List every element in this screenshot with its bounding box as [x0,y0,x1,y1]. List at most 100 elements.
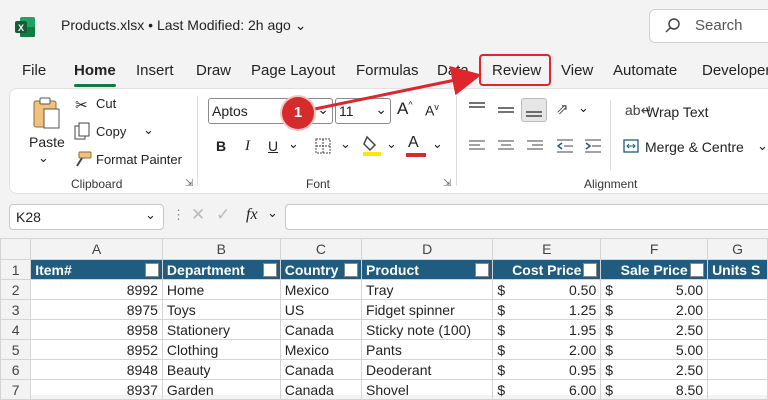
row-header[interactable]: 5 [0,339,32,360]
borders-chevron-icon[interactable]: ⌄ [340,136,351,152]
item-cell[interactable]: 8952 [30,339,163,360]
align-left-icon[interactable] [468,139,486,153]
units-cell[interactable] [707,339,768,360]
fill-chevron-icon[interactable]: ⌄ [386,136,397,152]
tab-file[interactable]: File [22,62,46,79]
top-align-icon[interactable] [468,101,486,115]
item-cell[interactable]: 8948 [30,359,163,380]
cost-price-cell[interactable]: $0.95 [492,359,602,380]
filter-dropdown-icon[interactable] [583,263,598,277]
cancel-icon[interactable]: ✕ [191,205,205,225]
formula-input[interactable] [285,204,768,230]
table-header-cell[interactable]: Sale Price [600,259,709,280]
column-header[interactable]: E [492,238,602,260]
font-name-dropdown[interactable]: Aptos ⌄ [208,98,333,124]
file-title[interactable]: Products.xlsx • Last Modified: 2h ago ⌄ [61,17,306,34]
column-header[interactable]: D [361,238,494,260]
units-cell[interactable] [707,379,768,400]
decrease-indent-icon[interactable] [556,138,574,154]
tab-developer[interactable]: Developer [702,62,768,79]
department-cell[interactable]: Toys [161,299,281,320]
middle-align-icon[interactable] [497,103,515,117]
select-all-corner[interactable] [0,238,32,260]
cost-price-cell[interactable]: $2.00 [492,339,602,360]
department-cell[interactable]: Beauty [161,359,281,380]
font-color-chevron-icon[interactable]: ⌄ [432,136,443,152]
department-cell[interactable]: Home [161,279,281,300]
italic-button[interactable]: I [245,138,250,155]
units-cell[interactable] [707,359,768,380]
item-cell[interactable]: 8992 [30,279,163,300]
tab-automate[interactable]: Automate [613,62,677,79]
underline-button[interactable]: U [268,138,278,154]
font-color-icon[interactable]: A [408,134,419,152]
cut-button[interactable]: Cut [96,96,116,111]
units-cell[interactable] [707,279,768,300]
product-cell[interactable]: Shovel [361,379,494,400]
bold-button[interactable]: B [216,138,226,154]
country-cell[interactable]: Mexico [279,279,363,300]
row-header[interactable]: 7 [0,379,32,400]
cost-price-cell[interactable]: $1.95 [492,319,602,340]
country-cell[interactable]: Canada [279,319,363,340]
align-center-icon[interactable] [497,139,515,153]
table-header-cell[interactable]: Product [361,259,494,280]
product-cell[interactable]: Sticky note (100) [361,319,494,340]
table-header-cell[interactable]: Units S [707,259,768,280]
tab-data[interactable]: Data [437,62,469,79]
row-header[interactable]: 3 [0,299,32,320]
row-header[interactable]: 1 [0,259,32,280]
cost-price-cell[interactable]: $1.25 [492,299,602,320]
row-header[interactable]: 2 [0,279,32,300]
paste-button[interactable]: Paste [29,134,65,150]
chevron-down-icon[interactable]: ⌄ [295,17,307,33]
more-icon[interactable]: ⋮ [172,207,185,223]
font-size-dropdown[interactable]: 11 ⌄ [335,98,391,124]
product-cell[interactable]: Tray [361,279,494,300]
decrease-font-size-icon[interactable]: Av [425,102,439,119]
item-cell[interactable]: 8958 [30,319,163,340]
row-header[interactable]: 4 [0,319,32,340]
cost-price-cell[interactable]: $0.50 [492,279,602,300]
tab-view[interactable]: View [561,62,593,79]
row-header[interactable]: 6 [0,359,32,380]
paste-chevron-icon[interactable]: ⌄ [38,150,49,166]
orientation-icon[interactable]: ⇗ [556,100,569,118]
tab-page-layout[interactable]: Page Layout [251,62,335,79]
column-header[interactable]: F [600,238,709,260]
department-cell[interactable]: Stationery [161,319,281,340]
item-cell[interactable]: 8937 [30,379,163,400]
column-header[interactable]: B [161,238,281,260]
fill-color-icon[interactable] [362,134,382,156]
department-cell[interactable]: Garden [161,379,281,400]
paste-icon[interactable] [31,96,61,130]
sale-price-cell[interactable]: $5.00 [600,279,709,300]
table-header-cell[interactable]: Item# [30,259,163,280]
sort-filter-icon[interactable] [144,263,159,277]
product-cell[interactable]: Fidget spinner [361,299,494,320]
align-right-icon[interactable] [526,139,544,153]
dialog-launcher-icon[interactable]: ⇲ [443,178,451,189]
orientation-chevron-icon[interactable]: ⌄ [578,100,589,116]
column-header[interactable]: G [707,238,768,260]
insert-function-button[interactable]: fx [246,206,258,224]
table-header-cell[interactable]: Country [279,259,363,280]
sale-price-cell[interactable]: $2.50 [600,359,709,380]
format-painter-button[interactable]: Format Painter [96,152,182,167]
product-cell[interactable]: Pants [361,339,494,360]
merge-centre-button[interactable]: Merge & Centre [645,139,744,155]
units-cell[interactable] [707,299,768,320]
filter-dropdown-icon[interactable] [690,263,705,277]
sale-price-cell[interactable]: $2.50 [600,319,709,340]
tab-draw[interactable]: Draw [196,62,231,79]
wrap-text-button[interactable]: Wrap Text [646,104,709,120]
bottom-align-button[interactable] [521,98,547,122]
tab-formulas[interactable]: Formulas [356,62,419,79]
merge-chevron-icon[interactable]: ⌄ [757,138,768,154]
country-cell[interactable]: US [279,299,363,320]
units-cell[interactable] [707,319,768,340]
country-cell[interactable]: Canada [279,359,363,380]
increase-font-size-icon[interactable]: A^ [397,99,413,119]
name-box-chevron-icon[interactable]: ⌄ [145,207,156,223]
copy-button[interactable]: Copy [96,124,126,139]
